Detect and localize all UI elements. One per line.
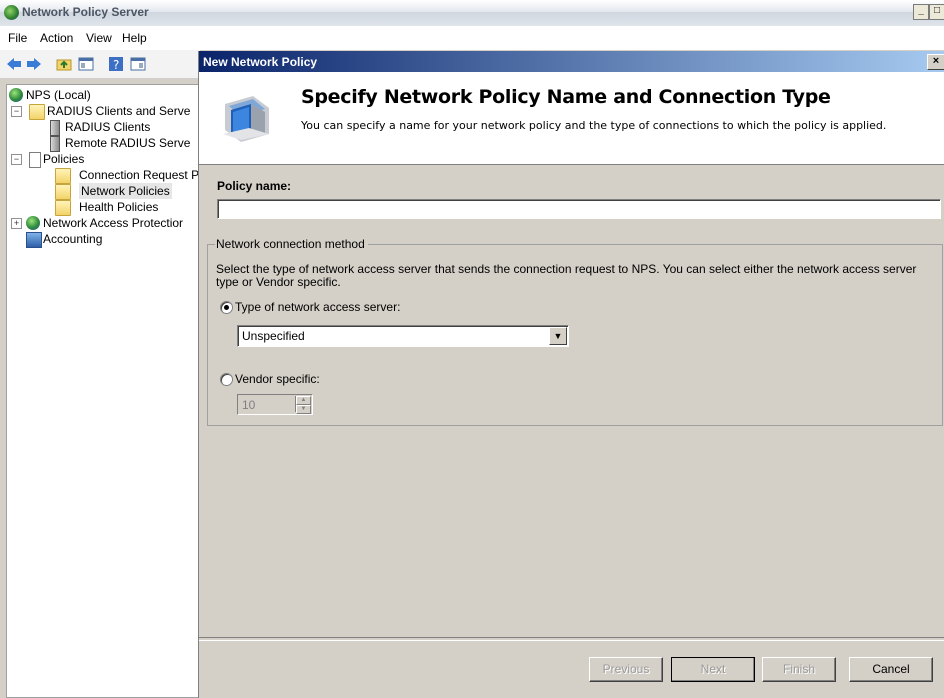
- nps-app-icon: [4, 5, 19, 20]
- connection-method-description: Select the type of network access server…: [216, 262, 917, 289]
- connection-method-legend: Network connection method: [215, 237, 368, 251]
- server-icon: [50, 120, 60, 136]
- policy-name-input[interactable]: [217, 199, 941, 219]
- minimize-button[interactable]: _: [913, 4, 929, 20]
- forward-arrow-icon[interactable]: [26, 56, 42, 72]
- spin-buttons[interactable]: ▲ ▼: [295, 396, 311, 414]
- wizard-page-subtitle: You can specify a name for your network …: [301, 119, 887, 132]
- menu-action[interactable]: Action: [40, 31, 73, 45]
- properties-icon[interactable]: [130, 56, 146, 72]
- accounting-icon: [26, 232, 42, 248]
- collapse-toggle-icon[interactable]: −: [11, 106, 22, 117]
- toolbar: ?: [0, 50, 200, 79]
- vendor-specific-value: 10: [242, 398, 256, 412]
- next-button[interactable]: Next: [671, 657, 755, 682]
- finish-button[interactable]: Finish: [762, 657, 836, 682]
- vendor-specific-spinbox[interactable]: 10 ▲ ▼: [237, 394, 313, 415]
- help-icon[interactable]: ?: [108, 56, 124, 72]
- type-of-nas-radio[interactable]: [220, 301, 233, 314]
- vendor-specific-label[interactable]: Vendor specific:: [235, 372, 320, 386]
- wizard-computer-icon: [223, 96, 269, 142]
- menu-help[interactable]: Help: [122, 31, 147, 45]
- globe-icon: [9, 88, 23, 102]
- folder-icon: [55, 200, 71, 216]
- folder-icon: [29, 104, 45, 120]
- show-hide-tree-icon[interactable]: [78, 56, 94, 72]
- up-folder-icon[interactable]: [56, 56, 72, 72]
- expand-toggle-icon[interactable]: +: [11, 218, 22, 229]
- spin-down-icon[interactable]: ▼: [296, 405, 311, 414]
- new-network-policy-dialog: New Network Policy × Specify Network Pol…: [198, 51, 944, 698]
- nas-type-select-value: Unspecified: [242, 329, 305, 343]
- cancel-button[interactable]: Cancel: [849, 657, 933, 682]
- wizard-page-title: Specify Network Policy Name and Connecti…: [301, 86, 831, 108]
- maximize-button[interactable]: □: [929, 4, 944, 20]
- collapse-toggle-icon[interactable]: −: [11, 154, 22, 165]
- nas-type-select[interactable]: Unspecified ▼: [237, 325, 569, 347]
- dropdown-arrow-icon[interactable]: ▼: [549, 327, 567, 345]
- policies-icon: [29, 152, 41, 168]
- folder-icon: [55, 168, 71, 184]
- server-group-icon: [50, 136, 60, 152]
- window-title: Network Policy Server: [22, 5, 149, 19]
- network-policy-folder-icon: [55, 184, 71, 200]
- previous-button[interactable]: Previous: [589, 657, 663, 682]
- menu-file[interactable]: File: [8, 31, 27, 45]
- wizard-header: Specify Network Policy Name and Connecti…: [199, 72, 944, 165]
- vendor-specific-radio[interactable]: [220, 373, 233, 386]
- menu-bar: File Action View Help: [0, 26, 944, 50]
- menu-view[interactable]: View: [86, 31, 112, 45]
- nap-icon: [26, 216, 40, 230]
- dialog-titlebar: New Network Policy ×: [199, 51, 944, 72]
- console-tree: NPS (Local) − RADIUS Clients and Serve R…: [6, 84, 200, 698]
- policy-name-label: Policy name:: [217, 179, 292, 193]
- main-titlebar: Network Policy Server _ □: [0, 0, 944, 27]
- back-arrow-icon[interactable]: [6, 56, 22, 72]
- svg-text:?: ?: [113, 58, 119, 72]
- type-of-nas-label[interactable]: Type of network access server:: [235, 300, 400, 314]
- spin-up-icon[interactable]: ▲: [296, 396, 311, 405]
- dialog-close-button[interactable]: ×: [927, 54, 944, 70]
- footer-separator: [199, 637, 944, 641]
- dialog-title: New Network Policy: [203, 55, 318, 69]
